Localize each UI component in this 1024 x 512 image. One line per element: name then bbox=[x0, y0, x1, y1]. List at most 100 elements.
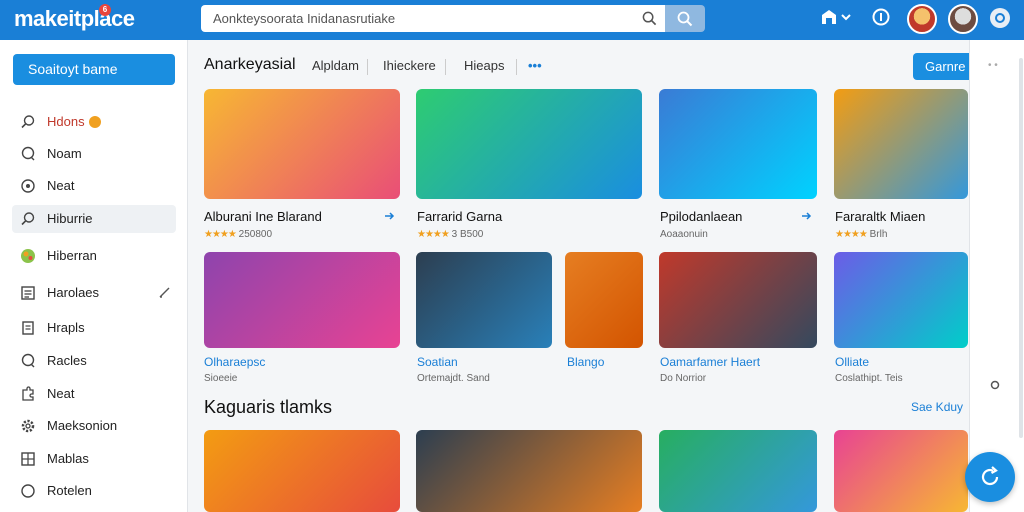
sidebar-item-mablas[interactable]: Mablas bbox=[12, 445, 176, 473]
sidebar-item-neat-2[interactable]: Neat bbox=[12, 380, 176, 408]
sidebar-item-hrapls[interactable]: Hrapls bbox=[12, 314, 176, 342]
settings-icon[interactable] bbox=[989, 7, 1011, 29]
globe-icon bbox=[21, 249, 35, 263]
search-button[interactable] bbox=[665, 5, 705, 32]
right-panel: • • bbox=[969, 40, 1024, 512]
avatar[interactable] bbox=[948, 4, 978, 34]
puzzle-icon bbox=[22, 386, 34, 401]
circle-icon bbox=[21, 484, 35, 498]
sidebar-item-hiburrie[interactable]: Hiburrie bbox=[12, 205, 176, 233]
game-card-title[interactable]: Oamarfamer Haert bbox=[660, 355, 760, 369]
tab-third[interactable]: Ihieckere bbox=[383, 58, 436, 73]
game-card-title[interactable]: Olliate bbox=[835, 355, 869, 369]
game-card-image[interactable] bbox=[659, 430, 817, 512]
tab-featured[interactable]: Anarkeyasial bbox=[204, 56, 296, 74]
logo-badge: 6 bbox=[99, 4, 111, 16]
gear-icon bbox=[21, 419, 35, 433]
info-icon[interactable] bbox=[872, 8, 890, 26]
edit-icon[interactable] bbox=[158, 286, 171, 299]
circle-icon[interactable] bbox=[990, 380, 1000, 390]
game-card-meta: Brlh bbox=[869, 229, 888, 240]
sidebar-item-neat[interactable]: Neat bbox=[12, 172, 176, 200]
game-card-title[interactable]: Farrarid Garna bbox=[417, 209, 502, 224]
sidebar-item-maeksonion[interactable]: Maeksonion bbox=[12, 412, 176, 440]
game-card-title[interactable]: Ppilodanlaean bbox=[660, 209, 742, 224]
search-text: Aonkteysoorata Inidanasrutiake bbox=[213, 11, 396, 26]
share-icon[interactable] bbox=[383, 211, 395, 221]
store-icon[interactable] bbox=[820, 8, 838, 26]
game-card-image[interactable] bbox=[834, 89, 968, 199]
game-card-image[interactable] bbox=[565, 252, 643, 348]
search-icon bbox=[677, 11, 693, 27]
more-icon[interactable]: • • bbox=[988, 60, 998, 71]
sidebar-item-harolaes[interactable]: Harolaes bbox=[12, 279, 176, 307]
sidebar-item-label: Hiburrie bbox=[47, 211, 93, 226]
game-card-meta: 3 B500 bbox=[451, 229, 484, 240]
game-card-meta: Ortemajdt. Sand bbox=[417, 373, 490, 384]
tab-separator bbox=[516, 59, 517, 75]
game-card-image[interactable] bbox=[204, 430, 400, 512]
tab-second[interactable]: Alpldam bbox=[312, 58, 359, 73]
notification-badge bbox=[89, 116, 101, 128]
game-card-image[interactable] bbox=[416, 430, 642, 512]
compass-icon bbox=[21, 179, 35, 193]
game-card-image[interactable] bbox=[416, 89, 642, 199]
sidebar-item-rotelen[interactable]: Rotelen bbox=[12, 477, 176, 505]
sidebar-item-label: Harolaes bbox=[47, 285, 100, 300]
game-card-title[interactable]: Olharaepsc bbox=[204, 355, 265, 369]
search-input[interactable]: Aonkteysoorata Inidanasrutiake bbox=[201, 5, 665, 32]
sidebar-item-label: Hiberran bbox=[47, 248, 97, 263]
search-icon bbox=[21, 212, 35, 226]
game-card-image[interactable] bbox=[659, 252, 817, 348]
game-card-meta: Aoaaonuin bbox=[660, 229, 708, 240]
sidebar: Soaitoyt bame Hdons Noam Neat Hiburrie H… bbox=[0, 40, 188, 512]
sidebar-item-label: Hdons bbox=[47, 114, 85, 129]
search-icon[interactable] bbox=[642, 11, 657, 26]
game-card-meta: 250800 bbox=[238, 229, 273, 240]
sidebar-item-label: Maeksonion bbox=[47, 418, 118, 433]
search-icon bbox=[21, 115, 35, 129]
tab-separator bbox=[445, 59, 446, 75]
avatar[interactable] bbox=[907, 4, 937, 34]
game-card-image[interactable] bbox=[416, 252, 552, 348]
sidebar-item-hiberran[interactable]: Hiberran bbox=[12, 242, 176, 270]
section-title: Kaguaris tlamks bbox=[204, 397, 333, 417]
sidebar-item-noam[interactable]: Noam bbox=[12, 140, 176, 168]
share-icon[interactable] bbox=[800, 211, 812, 221]
more-tabs-icon[interactable]: ••• bbox=[528, 58, 542, 73]
scrollbar[interactable] bbox=[1019, 58, 1023, 438]
sidebar-item-label: Hrapls bbox=[47, 320, 85, 335]
refresh-icon bbox=[981, 466, 999, 486]
app-logo[interactable]: makeitplace bbox=[14, 6, 135, 32]
sidebar-item-label: Racles bbox=[47, 353, 87, 368]
game-card-title[interactable]: Blango bbox=[567, 355, 604, 369]
list-icon bbox=[21, 286, 35, 300]
sidebar-item-hdons[interactable]: Hdons bbox=[12, 108, 176, 136]
games-button[interactable]: Garnre bbox=[913, 53, 971, 80]
game-card-title[interactable]: Soatian bbox=[417, 355, 458, 369]
game-card-image[interactable] bbox=[659, 89, 817, 199]
game-card-meta: Coslathipt. Teis bbox=[835, 373, 903, 384]
chevron-down-icon[interactable] bbox=[841, 12, 851, 22]
document-icon bbox=[22, 321, 34, 335]
tab-fourth[interactable]: Hieaps bbox=[464, 58, 504, 73]
rating-stars: ★★★★ bbox=[417, 229, 450, 240]
top-bar: makeitplace 6 Aonkteysoorata Inidanasrut… bbox=[0, 0, 1024, 40]
game-card-image[interactable] bbox=[834, 430, 968, 512]
game-card-image[interactable] bbox=[834, 252, 968, 348]
sidebar-item-racles[interactable]: Racles bbox=[12, 347, 176, 375]
main-content: Anarkeyasial Alpldam Ihieckere Hieaps ••… bbox=[189, 40, 971, 512]
game-card-image[interactable] bbox=[204, 252, 400, 348]
sidebar-item-label: Rotelen bbox=[47, 483, 92, 498]
see-more-link[interactable]: Sae Kduy bbox=[911, 400, 963, 414]
sidebar-item-label: Noam bbox=[47, 146, 82, 161]
game-card-image[interactable] bbox=[204, 89, 400, 199]
grid-icon bbox=[21, 452, 35, 466]
game-card-title[interactable]: Alburani Ine Blarand bbox=[204, 209, 322, 224]
sidebar-item-label: Neat bbox=[47, 386, 75, 401]
chat-icon bbox=[21, 353, 35, 368]
primary-action-button[interactable]: Soaitoyt bame bbox=[13, 54, 175, 85]
game-card-title[interactable]: Fararaltk Miaen bbox=[835, 209, 925, 224]
refresh-button[interactable] bbox=[965, 452, 1015, 502]
rating-stars: ★★★★ bbox=[204, 229, 237, 240]
